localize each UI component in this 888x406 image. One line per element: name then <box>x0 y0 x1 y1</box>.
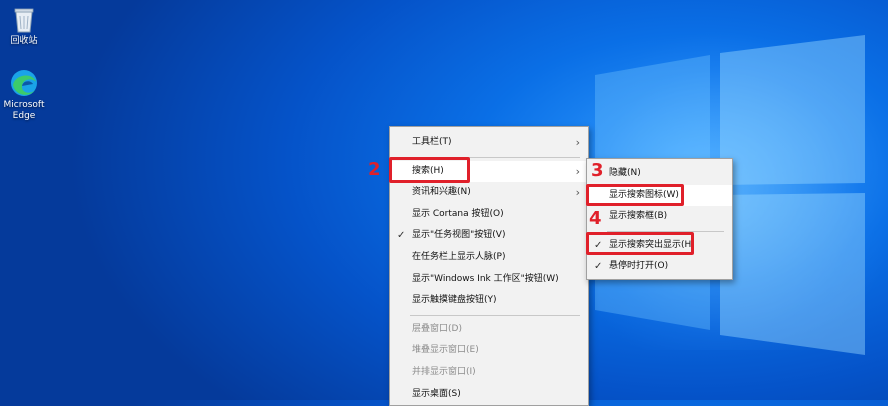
submenu-item-open-on-hover[interactable]: ✓ 悬停时打开(O) <box>587 256 732 278</box>
menu-item-people[interactable]: 在任务栏上显示人脉(P) <box>390 247 588 269</box>
annotation-box-search-highlights <box>586 232 694 255</box>
check-icon: ✓ <box>594 261 603 272</box>
menu-item-stack: 堆叠显示窗口(E) <box>390 340 588 362</box>
menu-item-label: 堆叠显示窗口(E) <box>412 345 479 356</box>
menu-item-label: 在任务栏上显示人脉(P) <box>412 251 506 262</box>
check-icon: ✓ <box>397 230 406 242</box>
step-number-4: 4 <box>589 208 602 229</box>
menu-item-task-view[interactable]: ✓ 显示"任务视图"按钮(V) <box>390 225 588 247</box>
recycle-bin-icon <box>14 8 34 33</box>
menu-item-label: 显示 Cortana 按钮(O) <box>412 208 504 219</box>
menu-item-cascade: 层叠窗口(D) <box>390 319 588 341</box>
menu-item-label: 显示搜索框(B) <box>609 211 668 221</box>
step-number-3: 3 <box>591 160 604 181</box>
desktop-icon-edge[interactable]: Microsoft Edge <box>0 68 55 122</box>
chevron-right-icon: › <box>575 186 580 200</box>
menu-item-label: 悬停时打开(O) <box>609 261 669 271</box>
menu-item-windows-ink[interactable]: 显示"Windows Ink 工作区"按钮(W) <box>390 269 588 291</box>
menu-item-label: 显示桌面(S) <box>412 388 461 399</box>
menu-item-label: 显示触摸键盘按钮(Y) <box>412 295 497 306</box>
menu-item-label: 资讯和兴趣(N) <box>412 187 471 198</box>
menu-item-toolbars[interactable]: 工具栏(T) › <box>390 132 588 154</box>
search-submenu: 隐藏(N) 显示搜索图标(W) 显示搜索框(B) ✓ 显示搜索突出显示(H) ✓… <box>586 158 733 280</box>
menu-item-label: 层叠窗口(D) <box>412 323 462 334</box>
desktop-icon-recycle-bin[interactable]: 回收站 <box>0 4 55 47</box>
menu-item-label: 工具栏(T) <box>412 137 452 147</box>
menu-item-side-by-side: 并排显示窗口(I) <box>390 362 588 384</box>
menu-item-news-interests[interactable]: 资讯和兴趣(N) › <box>390 182 588 204</box>
menu-item-label: 隐藏(N) <box>609 168 641 178</box>
desktop-icon-label: Microsoft Edge <box>3 100 45 121</box>
annotation-box-search <box>389 157 470 183</box>
chevron-right-icon: › <box>575 136 580 149</box>
menu-item-touch-keyboard[interactable]: 显示触摸键盘按钮(Y) <box>390 290 588 312</box>
menu-separator <box>410 314 580 316</box>
menu-item-label: 显示"Windows Ink 工作区"按钮(W) <box>412 273 559 284</box>
submenu-item-hidden[interactable]: 隐藏(N) <box>587 163 732 185</box>
menu-item-show-desktop[interactable]: 显示桌面(S) <box>390 384 588 406</box>
annotation-box-show-search-icon <box>586 184 684 206</box>
desktop-icon-label: 回收站 <box>10 36 38 46</box>
menu-item-cortana[interactable]: 显示 Cortana 按钮(O) <box>390 204 588 226</box>
menu-item-label: 显示"任务视图"按钮(V) <box>412 230 506 241</box>
menu-item-label: 并排显示窗口(I) <box>412 366 476 377</box>
chevron-right-icon: › <box>575 164 580 178</box>
edge-icon <box>11 70 37 96</box>
submenu-item-show-search-box[interactable]: 显示搜索框(B) <box>587 206 732 228</box>
step-number-2: 2 <box>368 159 381 180</box>
